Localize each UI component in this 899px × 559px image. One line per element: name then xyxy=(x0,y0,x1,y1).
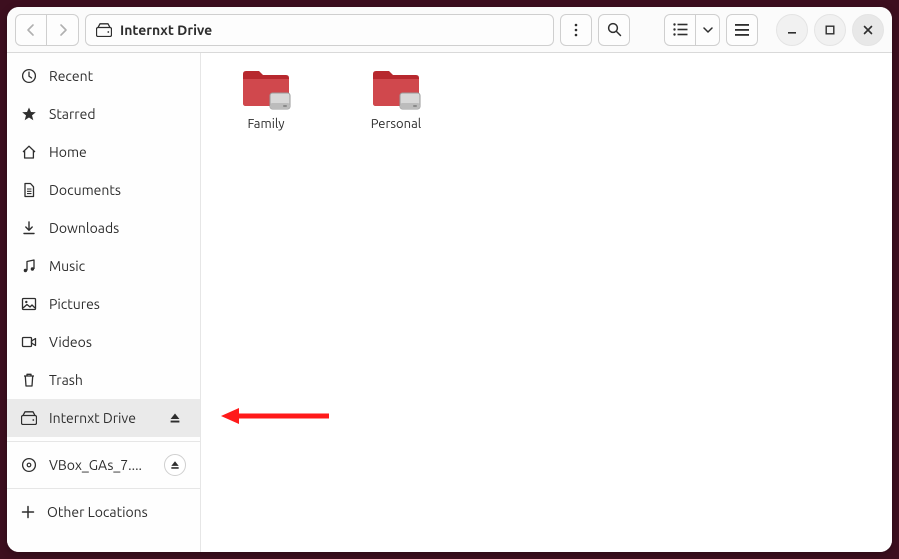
plus-icon xyxy=(21,505,35,519)
maximize-icon xyxy=(825,25,835,35)
list-icon xyxy=(673,23,688,36)
sidebar-item-documents[interactable]: Documents xyxy=(7,171,200,209)
sidebar: Recent Starred Home Documents Downloads xyxy=(7,53,201,552)
view-options-button[interactable] xyxy=(560,14,592,46)
sidebar-divider xyxy=(7,441,200,442)
view-dropdown-button[interactable] xyxy=(696,14,720,46)
sidebar-item-label: Videos xyxy=(49,334,186,350)
sidebar-item-label: VBox_GAs_7.... xyxy=(49,457,152,473)
hamburger-icon xyxy=(735,24,749,36)
remote-folder-icon xyxy=(240,67,292,113)
trash-icon xyxy=(21,372,37,388)
back-button[interactable] xyxy=(15,14,47,46)
annotation-arrow xyxy=(221,405,331,427)
music-icon xyxy=(21,258,37,274)
chevron-down-icon xyxy=(703,26,713,34)
kebab-icon xyxy=(574,23,578,37)
close-button[interactable] xyxy=(852,14,884,46)
sidebar-item-label: Documents xyxy=(49,182,186,198)
header-bar: Internxt Drive xyxy=(7,7,892,53)
folder-item[interactable]: Family xyxy=(221,67,311,131)
sidebar-item-downloads[interactable]: Downloads xyxy=(7,209,200,247)
document-icon xyxy=(21,182,37,198)
list-view-button[interactable] xyxy=(664,14,696,46)
drive-icon xyxy=(96,23,112,37)
forward-button[interactable] xyxy=(47,14,79,46)
sidebar-item-recent[interactable]: Recent xyxy=(7,57,200,95)
minimize-button[interactable] xyxy=(776,14,808,46)
location-label: Internxt Drive xyxy=(120,22,212,38)
disc-icon xyxy=(21,457,37,473)
eject-icon xyxy=(169,412,181,424)
folder-label: Personal xyxy=(371,117,421,131)
remote-folder-icon xyxy=(370,67,422,113)
path-bar[interactable]: Internxt Drive xyxy=(85,14,554,46)
search-button[interactable] xyxy=(598,14,630,46)
chevron-left-icon xyxy=(26,23,36,37)
sidebar-item-pictures[interactable]: Pictures xyxy=(7,285,200,323)
home-icon xyxy=(21,144,37,160)
folder-item[interactable]: Personal xyxy=(351,67,441,131)
file-manager-window: Internxt Drive xyxy=(7,7,892,552)
drive-icon xyxy=(21,411,37,425)
sidebar-item-label: Home xyxy=(49,144,186,160)
nav-buttons xyxy=(15,14,79,46)
sidebar-item-label: Downloads xyxy=(49,220,186,236)
eject-button[interactable] xyxy=(164,407,186,429)
download-icon xyxy=(21,220,37,236)
sidebar-item-label: Recent xyxy=(49,68,186,84)
sidebar-item-label: Internxt Drive xyxy=(49,410,152,426)
eject-icon xyxy=(170,460,180,470)
sidebar-item-starred[interactable]: Starred xyxy=(7,95,200,133)
close-icon xyxy=(863,25,873,35)
clock-icon xyxy=(21,68,37,84)
view-mode-buttons xyxy=(664,14,720,46)
sidebar-item-music[interactable]: Music xyxy=(7,247,200,285)
hamburger-menu-button[interactable] xyxy=(726,14,758,46)
minimize-icon xyxy=(787,25,797,35)
eject-button[interactable] xyxy=(164,454,186,476)
sidebar-item-videos[interactable]: Videos xyxy=(7,323,200,361)
body: Recent Starred Home Documents Downloads xyxy=(7,53,892,552)
sidebar-item-internxt-drive[interactable]: Internxt Drive xyxy=(7,399,200,437)
sidebar-item-label: Starred xyxy=(49,106,186,122)
sidebar-item-vbox-gas[interactable]: VBox_GAs_7.... xyxy=(7,446,200,484)
icon-grid: Family Personal xyxy=(201,53,892,145)
maximize-button[interactable] xyxy=(814,14,846,46)
sidebar-item-other-locations[interactable]: Other Locations xyxy=(7,493,200,531)
sidebar-item-trash[interactable]: Trash xyxy=(7,361,200,399)
sidebar-item-label: Trash xyxy=(49,372,186,388)
sidebar-item-label: Other Locations xyxy=(47,504,186,520)
pictures-icon xyxy=(21,296,37,312)
content-area[interactable]: Family Personal xyxy=(201,53,892,552)
star-icon xyxy=(21,106,37,122)
folder-label: Family xyxy=(247,117,284,131)
video-icon xyxy=(21,334,37,350)
sidebar-item-label: Pictures xyxy=(49,296,186,312)
search-icon xyxy=(607,22,622,37)
chevron-right-icon xyxy=(58,23,68,37)
sidebar-item-label: Music xyxy=(49,258,186,274)
sidebar-divider xyxy=(7,488,200,489)
sidebar-item-home[interactable]: Home xyxy=(7,133,200,171)
